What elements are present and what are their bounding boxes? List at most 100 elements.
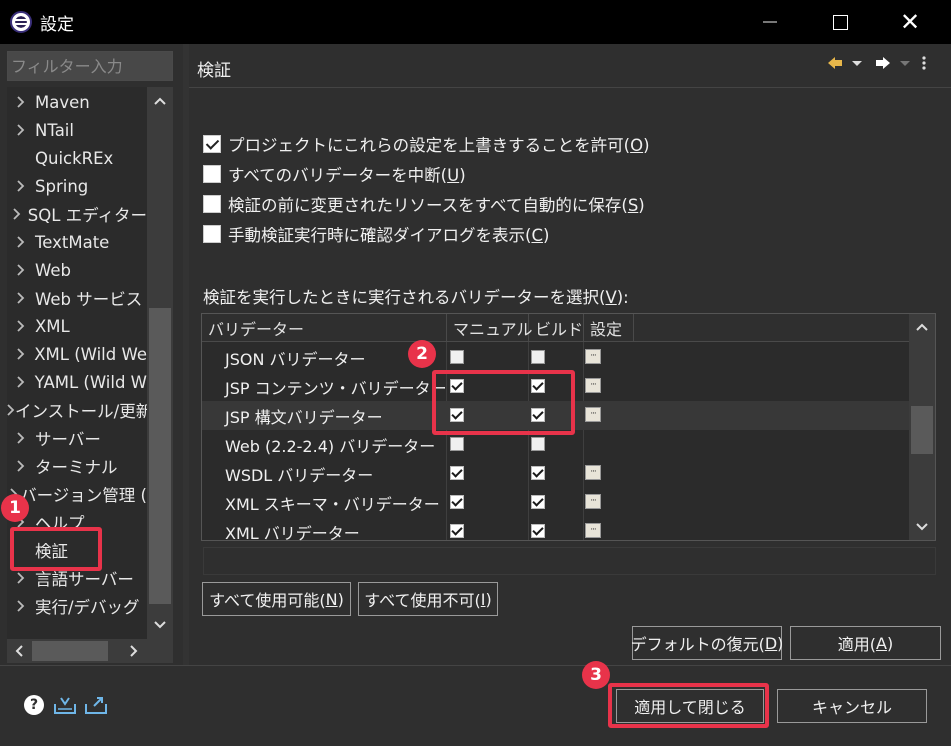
export-icon[interactable] [84,694,108,720]
option-label: プロジェクトにこれらの設定を上書きすることを許可(O) [228,136,650,155]
chevron-right-icon[interactable] [7,460,35,472]
annotation-badge-3: 3 [582,661,610,689]
sidebar-item[interactable]: NTail [7,116,147,144]
column-header-validator[interactable]: バリデーター [202,314,447,342]
sidebar-item[interactable]: ターミナル [7,452,147,480]
option-checkbox[interactable] [203,165,221,183]
chevron-right-icon[interactable] [7,572,35,584]
chevron-right-icon[interactable] [7,320,35,332]
sidebar-item[interactable]: QuickREx [7,144,147,172]
chevron-down-icon[interactable] [147,611,173,639]
disable-all-button[interactable]: すべて使用不可(I) [358,582,498,616]
chevron-right-icon[interactable] [7,292,35,304]
sidebar-item[interactable]: 実行/デバッグ [7,592,147,620]
back-arrow-icon[interactable] [826,55,866,75]
sidebar-item-label: XML [35,316,70,336]
build-checkbox[interactable] [531,437,545,451]
chevron-right-icon[interactable] [7,236,35,248]
annotation-badge-2: 2 [408,340,436,368]
build-checkbox[interactable] [531,350,545,364]
chevron-right-icon[interactable] [7,348,34,360]
option-checkbox-row[interactable]: すべてのバリデーターを中断(U) [203,161,466,187]
annotation-badge-1: 1 [1,494,29,522]
manual-checkbox[interactable] [450,350,464,364]
column-header-manual[interactable]: マニュアル [447,314,533,342]
table-scroll-thumb[interactable] [911,406,933,454]
chevron-left-icon[interactable] [7,639,31,663]
validator-settings-button[interactable]: ··· [585,494,601,509]
tree-scroll-thumb[interactable] [149,308,171,604]
apply-button[interactable]: 適用(A) [790,626,941,660]
sidebar-item[interactable]: インストール/更新 [7,396,147,424]
option-label: すべてのバリデーターを中断(U) [228,166,466,185]
chevron-right-icon[interactable] [7,96,35,108]
view-menu-icon[interactable] [920,55,928,75]
option-checkbox-row[interactable]: プロジェクトにこれらの設定を上書きすることを許可(O) [203,131,650,157]
chevron-right-icon[interactable] [7,600,35,612]
chevron-up-icon[interactable] [147,87,173,115]
sidebar-item[interactable]: Spring [7,172,147,200]
enable-all-button[interactable]: すべて使用可能(N) [202,582,351,616]
sidebar-item[interactable]: Web [7,256,147,284]
close-button[interactable]: ✕ [875,0,945,44]
chevron-right-icon[interactable] [7,404,15,416]
option-checkbox[interactable] [203,195,221,213]
chevron-up-icon[interactable] [909,314,935,340]
option-checkbox-row[interactable]: 手動検証実行時に確認ダイアログを表示(C) [203,221,549,247]
build-checkbox[interactable] [531,466,545,480]
sidebar-item-label: Web [35,260,71,280]
manual-checkbox[interactable] [450,437,464,451]
sidebar-item-label: YAML (Wild W [34,372,147,392]
sidebar-item[interactable]: SQL エディター [7,200,147,228]
minimize-button[interactable] [735,0,805,44]
manual-checkbox[interactable] [450,524,464,538]
validator-name: XML スキーマ・バリデーター [225,494,440,514]
validator-settings-button[interactable]: ··· [585,523,601,538]
manual-checkbox[interactable] [450,466,464,480]
sidebar-item[interactable]: Web サービス [7,284,147,312]
tree-hscroll-thumb[interactable] [32,641,108,661]
column-header-build[interactable]: ビルド [529,314,584,342]
option-checkbox-row[interactable]: 検証の前に変更されたリソースをすべて自動的に保存(S) [203,191,645,217]
validator-settings-button[interactable]: ··· [585,349,601,364]
validator-name: JSP コンテンツ・バリデーター [225,378,447,398]
import-icon[interactable] [53,694,77,720]
build-checkbox[interactable] [531,495,545,509]
sidebar-item[interactable]: XML [7,312,147,340]
help-icon[interactable]: ? [24,695,44,715]
annotation-box-3 [608,683,769,728]
chevron-right-icon[interactable] [7,124,35,136]
chevron-right-icon[interactable] [7,208,28,220]
close-icon: ✕ [899,8,921,36]
build-checkbox[interactable] [531,524,545,538]
chevron-right-icon[interactable] [7,180,35,192]
restore-defaults-button[interactable]: デフォルトの復元(D) [631,626,783,660]
validator-name: WSDL バリデーター [225,465,374,485]
sidebar-item[interactable]: XML (Wild We [7,340,147,368]
sidebar-item-label: TextMate [35,232,110,252]
chevron-right-icon[interactable] [7,432,35,444]
filter-input[interactable] [7,51,173,81]
manual-checkbox[interactable] [450,495,464,509]
forward-arrow-icon[interactable] [874,55,914,75]
validator-settings-button[interactable]: ··· [585,407,601,422]
sidebar-item[interactable]: YAML (Wild W [7,368,147,396]
validator-settings-button[interactable]: ··· [585,465,601,480]
validator-description-area [203,547,936,575]
cancel-button[interactable]: キャンセル [777,689,927,723]
validator-settings-button[interactable]: ··· [585,378,601,393]
maximize-button[interactable] [805,0,875,44]
chevron-right-icon[interactable] [7,264,35,276]
chevron-down-icon[interactable] [909,514,935,540]
option-checkbox[interactable] [203,225,221,243]
sidebar-item[interactable]: Maven [7,88,147,116]
chevron-right-icon[interactable] [122,639,146,663]
option-checkbox[interactable] [203,135,221,153]
chevron-right-icon[interactable] [7,376,35,388]
annotation-box-1 [10,527,102,571]
sidebar-item[interactable]: TextMate [7,228,147,256]
validator-select-label: 検証を実行したときに実行されるバリデーターを選択(V): [203,288,629,307]
sidebar-item[interactable]: サーバー [7,424,147,452]
column-header-settings[interactable]: 設定 [584,314,634,342]
sidebar-item-label: ターミナル [35,458,118,477]
